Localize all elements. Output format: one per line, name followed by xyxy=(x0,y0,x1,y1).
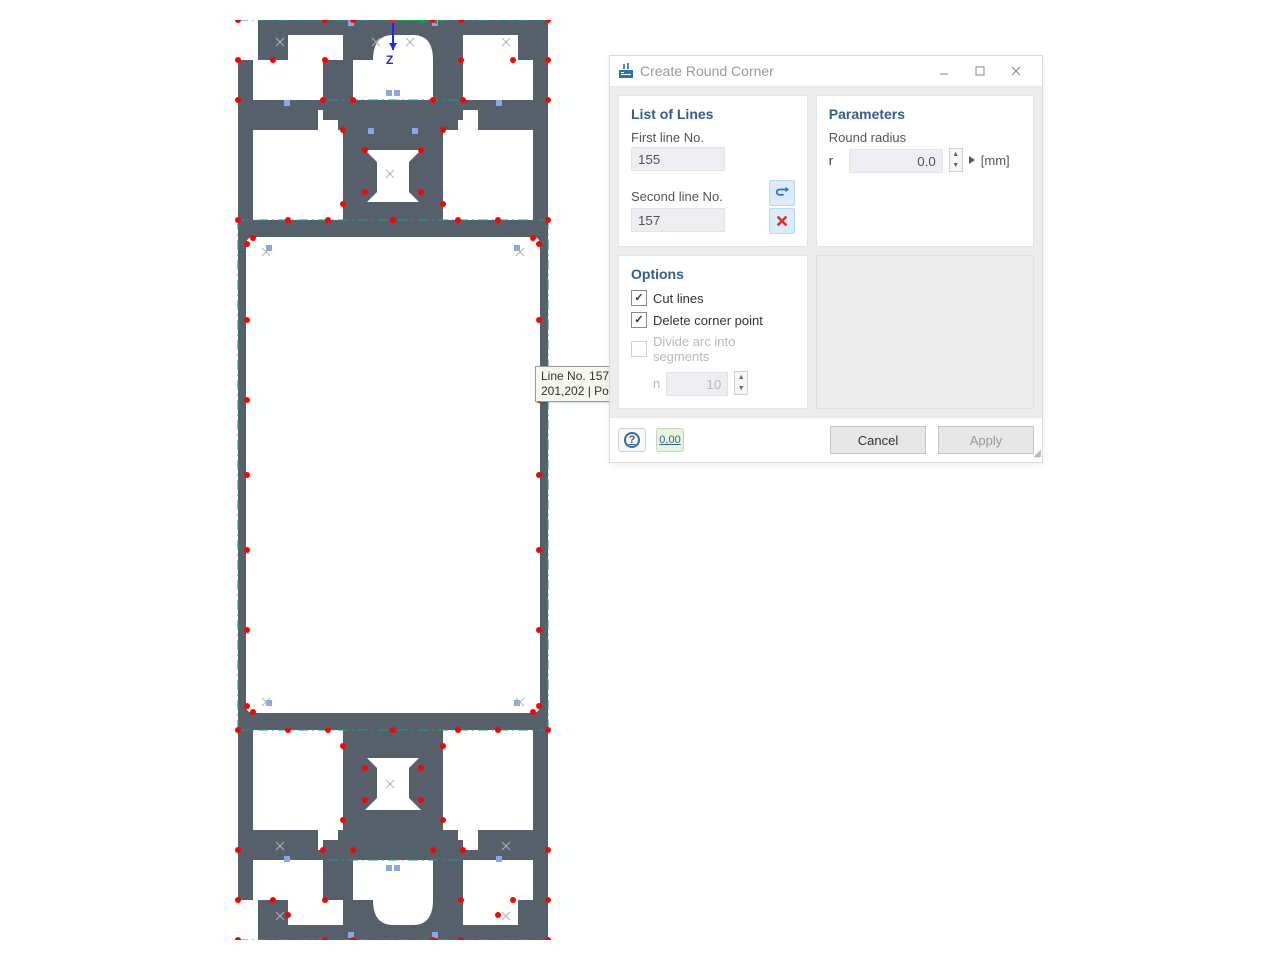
list-of-lines-panel: List of Lines First line No. Second line… xyxy=(618,95,808,247)
first-line-input[interactable] xyxy=(631,147,725,171)
window-maximize-button[interactable] xyxy=(962,58,998,84)
cut-lines-checkbox[interactable] xyxy=(631,290,647,306)
svg-text:Y: Y xyxy=(432,20,440,27)
empty-panel xyxy=(816,255,1034,409)
window-close-button[interactable] xyxy=(998,58,1034,84)
divide-arc-checkbox xyxy=(631,341,647,357)
delete-corner-checkbox[interactable] xyxy=(631,312,647,328)
options-header: Options xyxy=(631,266,795,282)
cancel-button[interactable]: Cancel xyxy=(830,426,926,454)
segments-symbol: n xyxy=(653,376,660,391)
segments-stepper: ▲▼ xyxy=(734,371,748,395)
window-minimize-button[interactable] xyxy=(926,58,962,84)
svg-text:Z: Z xyxy=(386,53,393,67)
list-of-lines-header: List of Lines xyxy=(631,106,795,122)
segments-input xyxy=(666,372,728,396)
clear-line-button[interactable] xyxy=(769,208,795,234)
parameters-header: Parameters xyxy=(829,106,1021,122)
cut-lines-label: Cut lines xyxy=(653,291,704,306)
resize-grip-icon[interactable]: ◢ xyxy=(1033,448,1039,459)
radius-input[interactable] xyxy=(849,149,943,173)
parameters-panel: Parameters Round radius r ▲▼ [mm] xyxy=(816,95,1034,247)
divide-arc-label: Divide arc into segments xyxy=(653,334,795,364)
dialog-bottombar: ? 0,00 Cancel Apply xyxy=(610,417,1042,462)
create-round-corner-dialog: Create Round Corner List of Lines First … xyxy=(609,55,1043,463)
dialog-title: Create Round Corner xyxy=(640,63,926,79)
apply-button[interactable]: Apply xyxy=(938,426,1034,454)
radius-stepper[interactable]: ▲▼ xyxy=(949,148,963,172)
section-viewport[interactable]: Y Z xyxy=(228,20,558,940)
app-icon xyxy=(618,63,634,79)
help-button[interactable]: ? xyxy=(618,428,646,452)
radius-symbol: r xyxy=(829,153,843,168)
radius-unit: [mm] xyxy=(981,153,1010,168)
precision-button[interactable]: 0,00 xyxy=(656,428,684,452)
dialog-titlebar[interactable]: Create Round Corner xyxy=(610,56,1042,87)
radius-flyout-icon[interactable] xyxy=(969,156,975,164)
pick-swap-button[interactable] xyxy=(769,180,795,206)
first-line-label: First line No. xyxy=(631,130,795,145)
delete-corner-label: Delete corner point xyxy=(653,313,763,328)
options-panel: Options Cut lines Delete corner point Di… xyxy=(618,255,808,409)
second-line-input[interactable] xyxy=(631,208,725,232)
help-icon: ? xyxy=(624,432,640,448)
precision-label: 0,00 xyxy=(659,434,680,446)
round-radius-label: Round radius xyxy=(829,130,1021,145)
